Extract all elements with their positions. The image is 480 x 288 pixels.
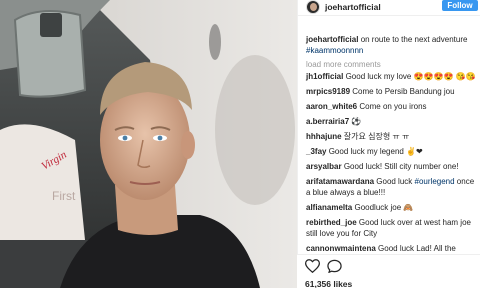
comments-list: joehartofficial on route to the next adv… <box>306 34 478 254</box>
comment-icon[interactable] <box>327 259 342 275</box>
caption-hashtag[interactable]: #kaammoonnnn <box>306 46 363 55</box>
comment-item: jh1official Good luck my love 😍😍😍😍 😘😘 <box>306 71 478 82</box>
comment-item: a.berrairia7 ⚽ <box>306 116 478 127</box>
post-photo[interactable]: Virgin First <box>0 0 297 288</box>
comment-text: Good luck <box>376 177 413 186</box>
load-more-comments-link[interactable]: load more comments <box>306 59 478 70</box>
comment-username[interactable]: hhhajune <box>306 132 342 141</box>
caption-text: on route to the next adventure <box>360 35 468 44</box>
comment-text: Good luck my love 😍😍😍😍 😘😘 <box>345 72 476 81</box>
comment-item: aaron_white6 Come on you irons <box>306 101 478 112</box>
comment-username[interactable]: mrpics9189 <box>306 87 350 96</box>
comment-text: Come to Persib Bandung jou <box>352 87 455 96</box>
comment-text: Good luck! Still city number one! <box>343 162 459 171</box>
comment-username[interactable]: cannonwmaintena <box>306 244 376 253</box>
comment-item: mrpics9189 Come to Persib Bandung jou <box>306 86 478 97</box>
caption: joehartofficial on route to the next adv… <box>306 34 478 56</box>
comment-username[interactable]: a.berrairia7 <box>306 117 349 126</box>
comment-username[interactable]: aaron_white6 <box>306 102 357 111</box>
follow-button[interactable]: Follow <box>442 0 478 11</box>
avatar[interactable] <box>306 0 320 14</box>
comment-text: ⚽ <box>351 117 362 126</box>
post-image: Virgin First <box>0 0 297 288</box>
comment-text: 잘가요 심장형 ㅠ ㅠ <box>343 132 410 141</box>
comment-username[interactable]: rebirthed_joe <box>306 218 357 227</box>
post-side-panel: joehartofficial Follow joehartofficial o… <box>297 0 480 288</box>
comment-hashtag[interactable]: #ourlegend <box>415 177 455 186</box>
seat-text: First <box>52 189 76 203</box>
comment-username[interactable]: arifatamawardana <box>306 177 374 186</box>
comment-item: alfianamelta Goodluck joe 🙈 <box>306 202 478 213</box>
comment-item: hhhajune 잘가요 심장형 ㅠ ㅠ <box>306 131 478 142</box>
comment-username[interactable]: jh1official <box>306 72 343 81</box>
comment-item: arsyalbar Good luck! Still city number o… <box>306 161 478 172</box>
comment-item: arifatamawardana Good luck #ourlegend on… <box>306 176 478 198</box>
likes-count[interactable]: 61,356 likes <box>305 279 352 288</box>
caption-username[interactable]: joehartofficial <box>306 35 358 44</box>
comment-username[interactable]: alfianamelta <box>306 203 352 212</box>
comment-username[interactable]: arsyalbar <box>306 162 342 171</box>
comment-text: Come on you irons <box>359 102 427 111</box>
avatar-face <box>310 3 317 11</box>
comment-username[interactable]: _3fay <box>306 147 326 156</box>
post-header: joehartofficial Follow <box>298 0 480 16</box>
comment-item: rebirthed_joe Good luck over at west ham… <box>306 217 478 239</box>
comment-text: Goodluck joe 🙈 <box>354 203 414 212</box>
comment-item: _3fay Good luck my legend ✌❤ <box>306 146 478 157</box>
heart-icon[interactable] <box>304 259 321 275</box>
header-username[interactable]: joehartofficial <box>325 2 381 12</box>
comment-item: cannonwmaintena Good luck Lad! All the <box>306 243 478 254</box>
comment-text: Good luck my legend ✌❤ <box>328 147 423 156</box>
post-actions-bar: 61,356 likes <box>297 254 480 288</box>
comment-text: Good luck Lad! All the <box>378 244 456 253</box>
